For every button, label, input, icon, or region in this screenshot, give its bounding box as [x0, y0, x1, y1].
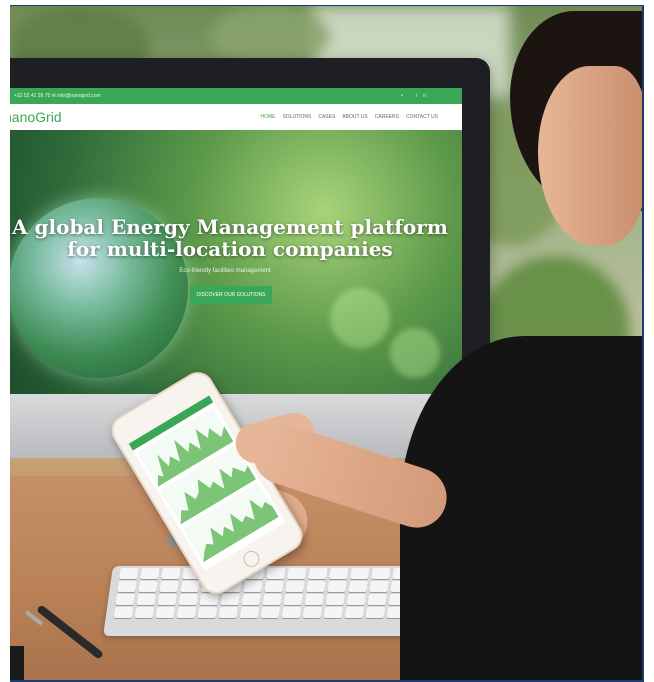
key — [308, 568, 328, 579]
key — [346, 594, 366, 605]
key — [199, 594, 219, 605]
key — [115, 594, 135, 605]
hero-subtitle: Eco-friendly facilities management — [179, 268, 271, 274]
home-button — [240, 547, 263, 570]
key — [350, 568, 370, 579]
key — [325, 594, 345, 605]
key — [241, 594, 261, 605]
key — [285, 581, 305, 592]
key — [180, 581, 200, 592]
key-row — [106, 605, 448, 618]
key — [287, 568, 307, 579]
website-topbar: +32 52 41 39 75 ✉ info@nanogrid.com • in — [10, 88, 462, 104]
key-row — [107, 592, 449, 605]
nav-menu: HOME SOLUTIONS CASES ABOUT US CAREERS CO… — [260, 114, 438, 120]
foliage — [210, 6, 330, 66]
key — [365, 607, 386, 618]
key — [367, 594, 387, 605]
key — [371, 568, 391, 579]
key — [239, 607, 260, 618]
key — [140, 568, 160, 579]
nav-careers: CAREERS — [374, 114, 399, 120]
nav-cases: CASES — [318, 114, 336, 120]
key — [304, 594, 324, 605]
contact-info: +32 52 41 39 75 ✉ info@nanogrid.com — [14, 93, 101, 99]
key — [306, 581, 326, 592]
key — [243, 581, 263, 592]
key — [302, 607, 323, 618]
key — [369, 581, 389, 592]
key — [281, 607, 302, 618]
key — [218, 607, 239, 618]
key — [176, 607, 197, 618]
key — [197, 607, 218, 618]
nav-home: HOME — [260, 114, 276, 120]
monitor-screen: +32 52 41 39 75 ✉ info@nanogrid.com • in… — [10, 88, 462, 394]
key — [283, 594, 303, 605]
key — [266, 568, 286, 579]
key — [264, 581, 284, 592]
bokeh — [330, 288, 390, 348]
social-icons: • in — [400, 93, 432, 99]
key — [260, 607, 281, 618]
hero-title-line2: for multi-location companies — [67, 237, 393, 261]
key — [134, 607, 155, 618]
photo: +32 52 41 39 75 ✉ info@nanogrid.com • in… — [10, 5, 644, 682]
nav-about-us: ABOUT US — [342, 114, 368, 120]
key — [138, 581, 158, 592]
key — [117, 581, 137, 592]
key — [159, 581, 179, 592]
website-navbar: nanoGrid HOME SOLUTIONS CASES ABOUT US C… — [10, 104, 462, 130]
key — [155, 607, 176, 618]
hero-title-line1: A global Energy Management platform — [12, 215, 448, 239]
site-logo: nanoGrid — [10, 109, 62, 125]
key — [119, 568, 139, 579]
key — [344, 607, 365, 618]
key — [157, 594, 177, 605]
notebook — [10, 646, 24, 680]
key — [161, 568, 181, 579]
hero-title: A global Energy Management platform for … — [10, 216, 450, 260]
key — [220, 594, 240, 605]
key — [348, 581, 368, 592]
key — [323, 607, 344, 618]
discover-button: DISCOVER OUR SOLUTIONS — [190, 286, 272, 304]
key — [327, 581, 347, 592]
key — [329, 568, 349, 579]
key — [262, 594, 282, 605]
key — [178, 594, 198, 605]
nav-solutions: SOLUTIONS — [282, 114, 312, 120]
nav-contact-us: CONTACT US — [405, 114, 438, 120]
key — [113, 607, 134, 618]
key — [136, 594, 156, 605]
bokeh — [390, 328, 440, 378]
